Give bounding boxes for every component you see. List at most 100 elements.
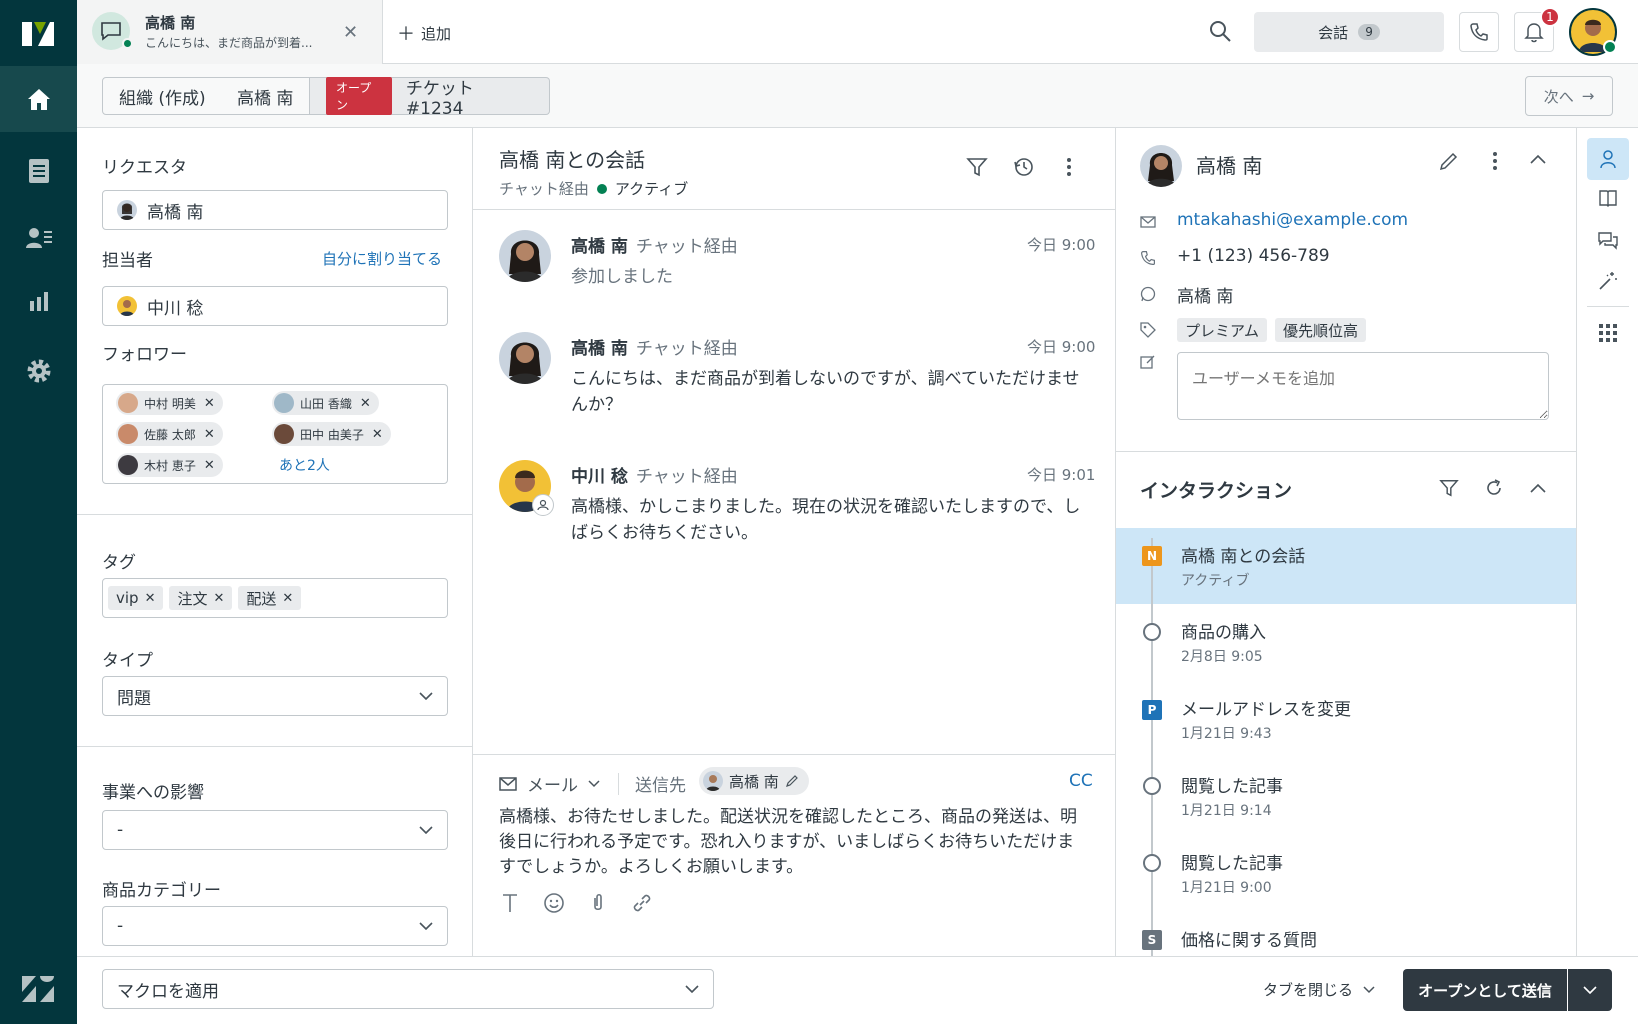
- more-followers-link[interactable]: あと2人: [279, 455, 330, 475]
- tab-title: 高橋 南: [145, 14, 196, 32]
- side-conversations-icon[interactable]: [1598, 231, 1618, 251]
- nav-home-icon[interactable]: [0, 66, 77, 132]
- customer-context-tab[interactable]: [1587, 138, 1629, 180]
- assignee-field[interactable]: 中川 稔: [102, 286, 448, 326]
- refresh-icon[interactable]: [1484, 478, 1504, 498]
- collapse-chevron-up-icon[interactable]: [1530, 154, 1546, 164]
- close-tab-icon[interactable]: ✕: [343, 22, 358, 43]
- ticket-tab[interactable]: 高橋 南 こんにちは、まだ商品が到着... ✕: [77, 0, 383, 64]
- emoji-icon: [544, 893, 564, 913]
- breadcrumb-ticket[interactable]: オープン チケット #1234: [310, 77, 550, 119]
- reply-text-area[interactable]: 高橋様、お待たせしました。配送状況を確認したところ、商品の発送は、明後日に行われ…: [499, 805, 1084, 880]
- channel-selector[interactable]: メール: [499, 771, 600, 796]
- follower-chip: 木村 恵子 ✕: [116, 453, 223, 477]
- interaction-badge: P: [1142, 700, 1162, 720]
- search-icon[interactable]: [1208, 19, 1232, 43]
- knowledge-book-icon[interactable]: [1598, 188, 1618, 208]
- bell-icon: [1524, 23, 1544, 43]
- recipient-chip[interactable]: 高橋 南: [699, 767, 809, 795]
- interaction-title[interactable]: 閲覧した記事: [1181, 772, 1283, 797]
- submit-options-button[interactable]: [1568, 969, 1612, 1011]
- more-options-icon[interactable]: [1058, 156, 1080, 178]
- message-via: チャット経由: [635, 339, 738, 359]
- magic-wand-icon[interactable]: [1598, 271, 1618, 291]
- tags-label: タグ: [102, 553, 136, 573]
- business-impact-value: -: [117, 820, 124, 840]
- close-tab-dropdown[interactable]: タブを閉じる: [1263, 979, 1375, 1000]
- follower-name: 中村 明美: [144, 396, 196, 411]
- collapse-chevron-up-icon[interactable]: [1530, 483, 1546, 493]
- remove-follower-icon[interactable]: ✕: [204, 427, 215, 442]
- remove-follower-icon[interactable]: ✕: [204, 396, 215, 411]
- followers-field[interactable]: 中村 明美 ✕ 山田 香織 ✕ 佐藤 太郎 ✕ 田中 由美子 ✕ 木村 恵子 ✕ あと2人: [102, 384, 448, 484]
- recipient-name: 高橋 南: [729, 772, 779, 791]
- breadcrumb-user[interactable]: 高橋 南: [221, 77, 311, 115]
- conversation-title: 高橋 南との会話: [499, 148, 646, 172]
- assign-to-self-link[interactable]: 自分に割り当てる: [322, 248, 442, 269]
- add-tab-button[interactable]: ＋ 追加: [397, 20, 451, 46]
- apps-grid-icon[interactable]: [1599, 324, 1617, 342]
- interaction-title[interactable]: 商品の購入: [1181, 618, 1266, 643]
- interaction-title[interactable]: 閲覧した記事: [1181, 849, 1283, 874]
- message-author: 高橋 南: [571, 237, 628, 257]
- follower-chip: 中村 明美 ✕: [116, 391, 223, 415]
- note-icon: [1140, 354, 1156, 370]
- history-icon[interactable]: [1013, 156, 1035, 178]
- remove-tag-icon[interactable]: ✕: [282, 591, 293, 606]
- remove-follower-icon[interactable]: ✕: [372, 427, 383, 442]
- interaction-title[interactable]: 価格に関する質問: [1181, 926, 1317, 951]
- add-tab-label: 追加: [421, 24, 452, 43]
- ticket-status-badge: オープン: [326, 77, 392, 115]
- ticket-breadcrumb-bar: 組織 (作成) 高橋 南 オープン チケット #1234 次へ →: [77, 64, 1638, 128]
- filter-icon[interactable]: [1439, 478, 1459, 498]
- apply-macro-select[interactable]: マクロを適用: [102, 969, 714, 1009]
- remove-follower-icon[interactable]: ✕: [204, 458, 215, 473]
- follower-name: 木村 恵子: [144, 458, 196, 473]
- type-select[interactable]: 問題: [102, 676, 448, 716]
- message-time: 今日 9:00: [1027, 236, 1096, 254]
- chevron-down-icon: [419, 692, 433, 700]
- next-ticket-button[interactable]: 次へ →: [1525, 76, 1613, 116]
- nav-settings-gear-icon[interactable]: [0, 338, 77, 404]
- conversations-button[interactable]: 会話 9: [1254, 12, 1444, 52]
- filter-icon[interactable]: [966, 156, 988, 178]
- timeline-line: [1151, 538, 1153, 956]
- rail-divider: [1587, 306, 1629, 307]
- remove-follower-icon[interactable]: ✕: [360, 396, 371, 411]
- message-text: 参加しました: [571, 267, 673, 287]
- attachment-icon: [594, 893, 602, 911]
- interaction-subtitle: 1月21日 9:14: [1181, 803, 1272, 819]
- channel-label: メール: [527, 776, 578, 796]
- interaction-subtitle: アクティブ: [1181, 573, 1250, 589]
- tag-chip: 注文 ✕: [169, 586, 233, 610]
- customer-email[interactable]: mtakahashi@example.com: [1177, 210, 1408, 230]
- remove-tag-icon[interactable]: ✕: [145, 591, 156, 606]
- link-icon: [633, 894, 651, 912]
- submit-as-open-button[interactable]: オープンとして送信: [1403, 969, 1567, 1011]
- requester-value: 高橋 南: [147, 202, 204, 223]
- phone-button[interactable]: [1459, 12, 1499, 52]
- cc-button[interactable]: CC: [1069, 771, 1093, 791]
- breadcrumb-organization[interactable]: 組織 (作成): [102, 77, 223, 115]
- tag-name: 注文: [177, 589, 208, 608]
- product-category-select[interactable]: -: [102, 906, 448, 946]
- conversation-panel: 高橋 南との会話 チャット経由 アクティブ 高橋 南チャット経由 今日 9:00…: [473, 128, 1116, 956]
- nav-reporting-icon[interactable]: [0, 268, 77, 334]
- message-text: 高橋様、かしこまりました。現在の状況を確認いたしますので、しばらくお待ちください…: [571, 497, 1081, 543]
- more-options-icon[interactable]: [1484, 150, 1506, 172]
- interaction-title[interactable]: メールアドレスを変更: [1181, 695, 1351, 720]
- nav-views-icon[interactable]: [0, 138, 77, 204]
- message-time: 今日 9:01: [1027, 466, 1096, 484]
- edit-pencil-icon[interactable]: [1438, 150, 1460, 172]
- nav-customers-icon[interactable]: [0, 205, 77, 271]
- main-navigation: [0, 0, 77, 1024]
- requester-field[interactable]: 高橋 南: [102, 190, 448, 230]
- user-note-input[interactable]: [1177, 352, 1549, 420]
- business-impact-select[interactable]: -: [102, 810, 448, 850]
- follower-avatar: [118, 424, 138, 444]
- remove-tag-icon[interactable]: ✕: [214, 591, 225, 606]
- zendesk-product-logo: [20, 18, 56, 48]
- tags-field[interactable]: vip ✕ 注文 ✕ 配送 ✕: [102, 578, 448, 618]
- follower-avatar: [274, 424, 294, 444]
- conversation-meta: チャット経由 アクティブ: [499, 178, 688, 199]
